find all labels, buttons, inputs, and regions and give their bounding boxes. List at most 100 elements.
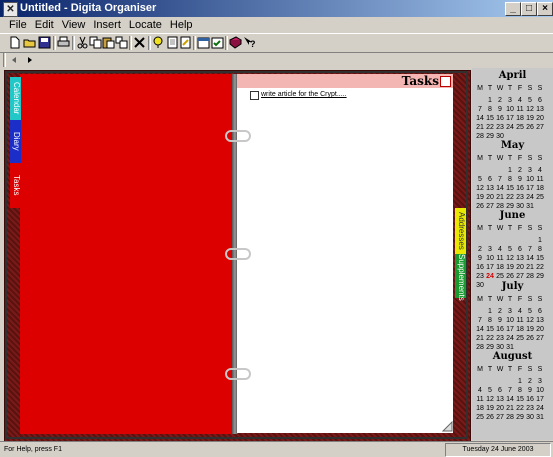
calendar-day[interactable]: 15: [485, 114, 495, 123]
calendar-day[interactable]: 19: [525, 114, 535, 123]
calendar-day[interactable]: 17: [525, 184, 535, 193]
calendar-day[interactable]: 4: [515, 307, 525, 316]
calendar-day[interactable]: 22: [535, 263, 545, 272]
calendar-day[interactable]: 13: [535, 105, 545, 114]
minimize-button[interactable]: _: [505, 2, 521, 16]
calendar-day[interactable]: 15: [535, 254, 545, 263]
menu-locate[interactable]: Locate: [126, 17, 165, 33]
task-label[interactable]: write article for the Crypt.....: [261, 90, 347, 100]
page-close-icon[interactable]: [440, 76, 451, 87]
save-icon[interactable]: [38, 36, 51, 49]
calendar-day[interactable]: 19: [525, 325, 535, 334]
calendar-day[interactable]: 14: [475, 325, 485, 334]
calendar-day[interactable]: 14: [475, 114, 485, 123]
calendar-day[interactable]: 25: [535, 193, 545, 202]
calendar-day[interactable]: 8: [515, 386, 525, 395]
calendar-day[interactable]: 20: [485, 193, 495, 202]
calendar-day[interactable]: 7: [475, 316, 485, 325]
calendar-day[interactable]: 18: [515, 114, 525, 123]
calendar-day[interactable]: 25: [475, 413, 485, 422]
calendar-day[interactable]: 11: [515, 316, 525, 325]
calendar-day[interactable]: 28: [525, 272, 535, 281]
calendar-day[interactable]: 15: [515, 395, 525, 404]
calendar-day[interactable]: 20: [515, 263, 525, 272]
calendar-day[interactable]: 24: [505, 334, 515, 343]
calendar-day[interactable]: 19: [485, 404, 495, 413]
calendar-day[interactable]: 2: [495, 96, 505, 105]
calendar-day[interactable]: 10: [525, 175, 535, 184]
calendar-day[interactable]: 1: [515, 377, 525, 386]
calendar-day[interactable]: 1: [485, 307, 495, 316]
calendar-day[interactable]: 1: [505, 166, 515, 175]
calendar-day[interactable]: 3: [505, 96, 515, 105]
calendar-day[interactable]: 14: [525, 254, 535, 263]
maximize-button[interactable]: □: [521, 2, 537, 16]
calendar-day[interactable]: 26: [525, 123, 535, 132]
calendar-day[interactable]: 4: [475, 386, 485, 395]
calendar-day[interactable]: 14: [505, 395, 515, 404]
calendar-icon[interactable]: [197, 36, 210, 49]
calendar-day[interactable]: 11: [475, 395, 485, 404]
calendar-day[interactable]: 16: [515, 184, 525, 193]
calendar-day[interactable]: 29: [535, 272, 545, 281]
tab-addresses[interactable]: Addresses: [455, 208, 466, 254]
calendar-day[interactable]: 24: [525, 193, 535, 202]
menu-view[interactable]: View: [59, 17, 89, 33]
tab-diary[interactable]: Diary: [10, 120, 21, 163]
calendar-day[interactable]: 22: [485, 123, 495, 132]
calendar-day[interactable]: 1: [535, 236, 545, 245]
calendar-day[interactable]: 21: [495, 193, 505, 202]
calendar-day[interactable]: 16: [525, 395, 535, 404]
calendar-day[interactable]: 11: [515, 105, 525, 114]
calendar-day[interactable]: 5: [505, 245, 515, 254]
calendar-day[interactable]: 23: [495, 334, 505, 343]
calendar-day[interactable]: 20: [535, 325, 545, 334]
calendar-day[interactable]: 5: [525, 307, 535, 316]
calendar-day[interactable]: 13: [535, 316, 545, 325]
calendar-day[interactable]: 4: [535, 166, 545, 175]
calendar-day[interactable]: 10: [505, 105, 515, 114]
calendar-day[interactable]: 11: [535, 175, 545, 184]
calendar-day[interactable]: 12: [505, 254, 515, 263]
menu-help[interactable]: Help: [167, 17, 196, 33]
calendar-day[interactable]: 16: [475, 263, 485, 272]
calendar-day-today[interactable]: 24: [485, 272, 495, 281]
calendar-day[interactable]: 10: [485, 254, 495, 263]
calendar-day[interactable]: 7: [475, 105, 485, 114]
calendar-day[interactable]: 21: [475, 334, 485, 343]
calendar-day[interactable]: 21: [505, 404, 515, 413]
delete-icon[interactable]: [133, 36, 146, 49]
calendar-day[interactable]: 26: [485, 413, 495, 422]
calendar-day[interactable]: 3: [535, 377, 545, 386]
page-edit-icon[interactable]: [179, 36, 192, 49]
calendar-day[interactable]: 4: [495, 245, 505, 254]
menu-file[interactable]: File: [6, 17, 30, 33]
calendar-day[interactable]: 2: [475, 245, 485, 254]
calendar-day[interactable]: 20: [535, 114, 545, 123]
calendar-day[interactable]: 2: [515, 166, 525, 175]
calendar-day[interactable]: 7: [505, 386, 515, 395]
calendar-day[interactable]: 12: [485, 395, 495, 404]
paste-special-icon[interactable]: [115, 36, 128, 49]
calendar-day[interactable]: 31: [535, 413, 545, 422]
calendar-day[interactable]: 9: [475, 254, 485, 263]
calendar-day[interactable]: 27: [515, 272, 525, 281]
calendar-day[interactable]: 6: [515, 245, 525, 254]
tab-calendar[interactable]: Calendar: [10, 77, 21, 120]
calendar-day[interactable]: 20: [495, 404, 505, 413]
calendar-day[interactable]: 8: [485, 105, 495, 114]
calendar-day[interactable]: 3: [525, 166, 535, 175]
help-icon[interactable]: ?: [243, 36, 256, 49]
calendar-day[interactable]: 21: [525, 263, 535, 272]
calendar-day[interactable]: 24: [535, 404, 545, 413]
calendar-day[interactable]: 10: [535, 386, 545, 395]
calendar-day[interactable]: 23: [475, 272, 485, 281]
calendar-day[interactable]: 5: [485, 386, 495, 395]
calendar-day[interactable]: 25: [515, 334, 525, 343]
calendar-day[interactable]: 5: [525, 96, 535, 105]
calendar-day[interactable]: 12: [475, 184, 485, 193]
calendar-day[interactable]: 2: [495, 307, 505, 316]
calendar-day[interactable]: 27: [495, 413, 505, 422]
calendar-day[interactable]: 27: [535, 334, 545, 343]
calendar-day[interactable]: 23: [525, 404, 535, 413]
